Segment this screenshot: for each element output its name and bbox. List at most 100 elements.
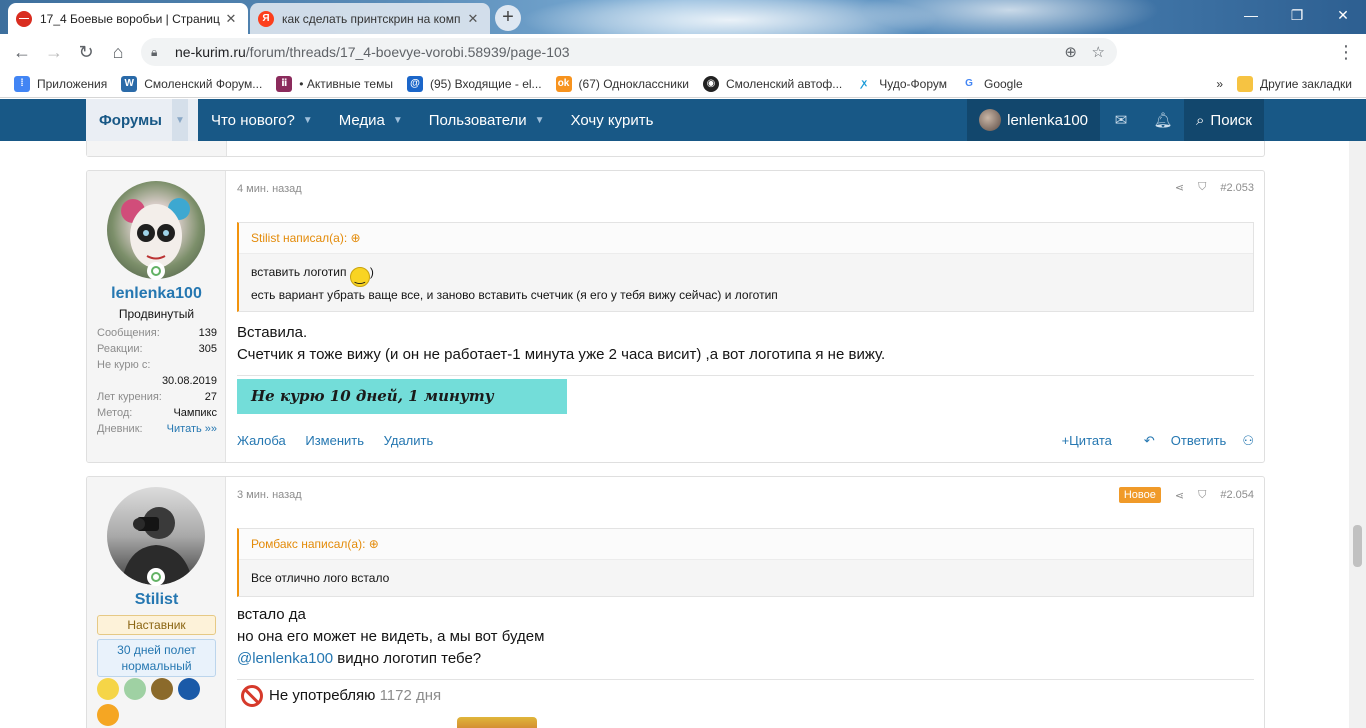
minimize-button[interactable]: — (1228, 0, 1274, 30)
user-avatar (979, 109, 1002, 131)
arrow-up-circle-icon: ⊕ (368, 537, 379, 551)
quote-header[interactable]: Ромбакс написал(а): ⊕ (239, 529, 1253, 560)
edit-link[interactable]: Изменить (305, 433, 364, 448)
online-status-icon (147, 262, 165, 280)
no-entry-icon: — (16, 10, 32, 27)
page-scrollbar[interactable] (1349, 141, 1366, 728)
forum-navigation: Форумы ▼ Что нового? ▼ Медиа ▼ Пользователи… (0, 99, 1366, 141)
auto-icon: ◉ (702, 75, 719, 92)
post-body: Вставила. Счетчик я тоже вижу (и он не р… (237, 324, 886, 363)
close-window-button[interactable]: ✕ (1320, 0, 1366, 30)
bookmark-icon[interactable]: ⛉ (1198, 181, 1206, 194)
new-tab-button[interactable]: + (495, 5, 521, 31)
nav-whats-new[interactable]: Что нового? ▼ (198, 99, 326, 141)
quote-header[interactable]: Stilist написал(а): ⊕ (239, 223, 1253, 254)
menu-dots-icon[interactable]: ⋮ (1330, 36, 1362, 68)
diary-link[interactable]: Читать »» (167, 421, 217, 437)
tab-forum[interactable]: — 17_4 Боевые воробьи | Страниц ✕ (8, 3, 248, 34)
report-link[interactable]: Жалоба (237, 433, 286, 448)
new-badge: Новое (1118, 487, 1161, 503)
thread-page: lenlenka100 Продвинутый Сообщения: 139 Ре… (0, 141, 1366, 728)
user-mention[interactable]: @lenlenka100 (237, 650, 333, 667)
address-bar[interactable]: 🔒︎ ne-kurim.ru/forum/threads/17_4-boevye… (141, 38, 1117, 66)
ws-icon: W (121, 75, 138, 92)
user-banner-secondary: 30 дней полет нормальный (97, 639, 216, 677)
tab-yandex[interactable]: Я как сделать принтскрин на комп ✕ (250, 3, 490, 34)
bookmark-chudo-forum[interactable]: ꭗ Чудо-Форум (856, 75, 947, 92)
inbox-icon[interactable]: ✉ (1100, 99, 1142, 141)
post-date[interactable]: 4 мин. назад (237, 183, 302, 195)
apps-grid-icon: ⁞ (14, 75, 30, 92)
online-status-icon (147, 568, 165, 586)
post-number[interactable]: #2.054 (1220, 489, 1254, 501)
user-stats: Сообщения: 139 Реакции: 305 Не курю с: 30.… (97, 327, 217, 437)
signature: Не употребляю 1172 дня (241, 685, 441, 708)
scrollbar-thumb[interactable] (1353, 525, 1362, 567)
bookmark-active-topics[interactable]: ⅱ • Активные темы (276, 75, 393, 92)
maximize-button[interactable]: ❐ (1274, 0, 1320, 30)
chevron-down-icon: ▼ (392, 114, 403, 126)
bookmark-smolensk-auto[interactable]: ◉ Смоленский автоф... (702, 75, 842, 92)
quote-block: Stilist написал(а): ⊕ вставить логотип ‿… (237, 222, 1254, 312)
bunny-icon (97, 678, 119, 700)
bookmark-google[interactable]: G Google (961, 75, 1023, 92)
trophy-icons (97, 678, 217, 728)
post-actions: Новое ⋖ ⛉ #2.054 (1105, 487, 1254, 503)
add-icon[interactable]: ⊕ (1064, 43, 1077, 61)
signature-counter: Не курю 10 дней, 1 минуту (237, 379, 567, 414)
bookmarks-overflow[interactable]: » (1216, 77, 1223, 91)
share-icon[interactable]: ⋖ (1175, 181, 1184, 194)
close-tab-icon[interactable]: ✕ (222, 11, 240, 27)
signature-divider (237, 679, 1254, 680)
user-icon[interactable]: ⚇ (1242, 433, 1254, 449)
share-icon[interactable]: ⋖ (1175, 489, 1184, 502)
lock-icon[interactable]: 🔒︎ (151, 45, 167, 60)
delete-link[interactable]: Удалить (384, 433, 434, 448)
arrow-up-circle-icon: ⊕ (350, 231, 361, 245)
user-cell: lenlenka100 Продвинутый Сообщения: 139 Ре… (87, 171, 226, 462)
post-author[interactable]: Stilist (87, 591, 226, 609)
nav-want-smoke[interactable]: Хочу курить (558, 99, 667, 141)
nav-user-account[interactable]: lenlenka100 (967, 99, 1101, 141)
tribe-icon (178, 678, 200, 700)
bookmark-mail[interactable]: @ (95) Входящие - el... (406, 75, 542, 92)
browser-tab-strip: — 17_4 Боевые воробьи | Страниц ✕ Я как … (0, 0, 1366, 34)
signature-divider (237, 375, 1254, 376)
post-actions: ⋖ ⛉ #2.053 (1161, 181, 1254, 194)
yandex-icon: Я (258, 10, 274, 27)
nav-media[interactable]: Медиа ▼ (326, 99, 416, 141)
home-icon[interactable]: ⌂ (102, 36, 134, 68)
smile-icon: ‿ (349, 267, 370, 287)
post-number[interactable]: #2.053 (1220, 182, 1254, 194)
reply-link[interactable]: ↶ Ответить (1128, 433, 1226, 449)
medal-icon (151, 678, 173, 700)
nav-search[interactable]: ⌕ Поиск (1184, 99, 1264, 141)
bookmark-icon[interactable]: ⛉ (1198, 489, 1206, 502)
back-icon[interactable]: ← (6, 36, 38, 68)
post-date[interactable]: 3 мин. назад (237, 489, 302, 501)
quote-link[interactable]: +Цитата (1062, 433, 1112, 449)
chevron-down-icon[interactable]: ▼ (171, 99, 188, 141)
folder-icon (1237, 75, 1254, 92)
ok-icon: ok (555, 75, 572, 92)
post-2053: lenlenka100 Продвинутый Сообщения: 139 Ре… (86, 170, 1265, 463)
post-author[interactable]: lenlenka100 (87, 285, 226, 303)
star-icon[interactable]: ☆ (1092, 43, 1105, 61)
close-tab-icon[interactable]: ✕ (464, 11, 482, 27)
other-bookmarks[interactable]: Другие закладки (1237, 75, 1352, 92)
no-smoking-icon (241, 685, 263, 708)
tab-title: 17_4 Боевые воробьи | Страниц (40, 11, 220, 26)
nav-forums[interactable]: Форумы ▼ (86, 99, 198, 141)
browser-toolbar: ← → ↻ ⌂ 🔒︎ ne-kurim.ru/forum/threads/17_… (0, 34, 1366, 97)
quote-block: Ромбакс написал(а): ⊕ Все отлично лого в… (237, 528, 1254, 597)
reload-icon[interactable]: ↻ (70, 36, 102, 68)
bookmark-smolensk-forum[interactable]: W Смоленский Форум... (121, 75, 262, 92)
fish-icon (124, 678, 146, 700)
bookmark-odnoklassniki[interactable]: ok (67) Одноклассники (555, 75, 689, 92)
chevron-down-icon: ▼ (302, 114, 313, 126)
forward-icon[interactable]: → (38, 36, 70, 68)
bell-icon[interactable]: 🔔︎ (1142, 99, 1184, 141)
chevron-down-icon: ▼ (534, 114, 545, 126)
nav-users[interactable]: Пользователи ▼ (416, 99, 558, 141)
bookmark-apps[interactable]: ⁞ Приложения (14, 75, 107, 92)
